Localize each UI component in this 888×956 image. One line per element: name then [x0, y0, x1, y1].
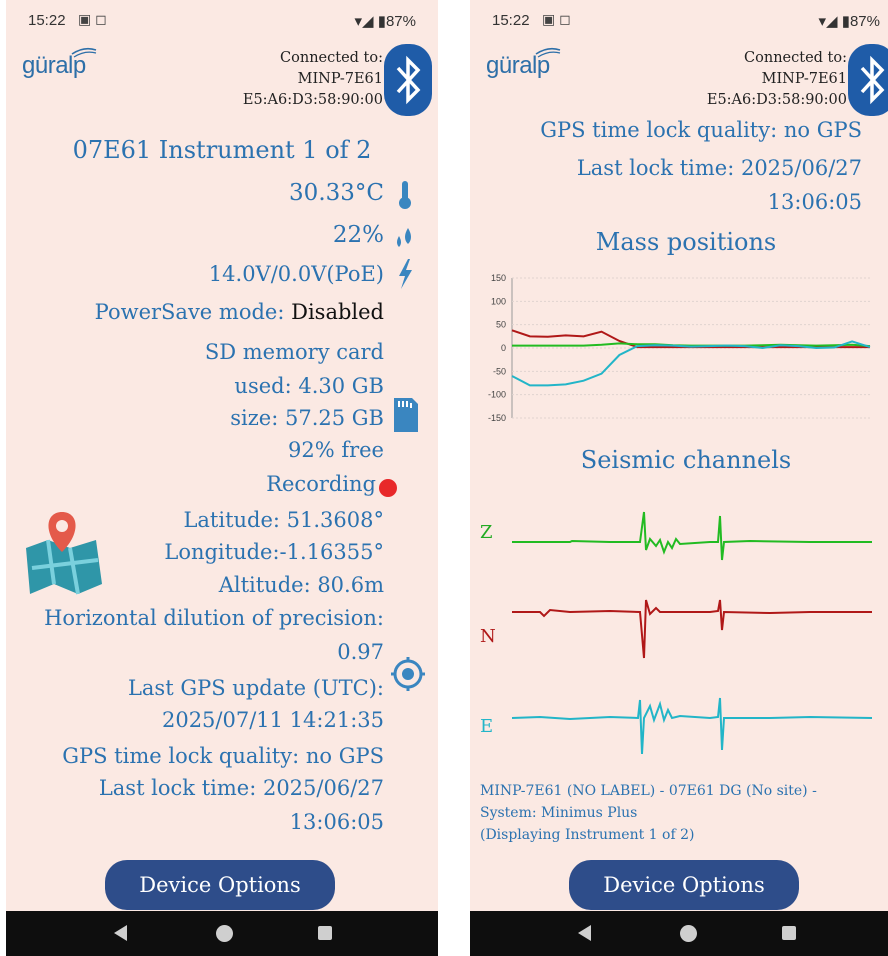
lightning-icon: [399, 259, 412, 289]
sd-card-used: used: 4.30 GB: [234, 374, 384, 398]
y-tick-label: -100: [488, 390, 506, 400]
powersave-mode: PowerSave mode: Disabled: [95, 300, 384, 324]
connection-info: Connected to: MINP-7E61 E5:A6:D3:58:90:0…: [707, 48, 847, 111]
guralp-logo: güralp: [22, 47, 97, 80]
last-lock-label: Last lock time: 2025/06/27: [98, 776, 384, 800]
connection-info: Connected to: MINP-7E61 E5:A6:D3:58:90:0…: [243, 48, 383, 111]
recents-icon[interactable]: [318, 926, 332, 940]
last-lock-time: 13:06:05: [289, 810, 384, 834]
scroll-content[interactable]: GPS time lock quality: no GPS Last lock …: [470, 118, 888, 878]
signal-icon: ▾◢ ▮: [354, 13, 386, 30]
bluetooth-button[interactable]: [848, 44, 888, 116]
sd-card-title: SD memory card: [204, 340, 384, 364]
seismic-trace-n: [512, 599, 872, 659]
signal-icon: ▾◢ ▮: [818, 13, 850, 30]
connection-label: Connected to:: [744, 50, 847, 66]
altitude: Altitude: 80.6m: [218, 573, 384, 597]
status-bar: 15:22 ▣ ◻ ▾◢ ▮87%: [470, 0, 888, 44]
mass-positions-title: Mass positions: [595, 228, 777, 256]
recents-icon[interactable]: [782, 926, 796, 940]
hdop-value: 0.97: [337, 640, 384, 664]
channel-label-z: Z: [480, 522, 493, 543]
status-battery: ▾◢ ▮87%: [818, 13, 880, 30]
bluetooth-icon: [860, 55, 885, 105]
y-tick-label: -150: [488, 413, 506, 423]
right-screen: 15:22 ▣ ◻ ▾◢ ▮87% güralp Connected to: M…: [470, 0, 888, 956]
device-options-button[interactable]: Device Options: [569, 860, 799, 910]
footer-line-2: System: Minimus Plus: [480, 805, 638, 821]
y-tick-label: 50: [496, 320, 506, 330]
humidity-icon: [397, 228, 411, 247]
powersave-value: Disabled: [291, 300, 384, 324]
device-options-button[interactable]: Device Options: [105, 860, 335, 910]
sd-card-icon: [394, 398, 418, 432]
humidity-value: 22%: [332, 222, 384, 248]
channel-label-n: N: [480, 626, 496, 647]
sd-card-free: 92% free: [287, 438, 384, 462]
hdop-label: Horizontal dilution of precision:: [44, 606, 384, 630]
y-tick-label: 100: [491, 296, 506, 306]
device-footer: MINP-7E61 (NO LABEL) - 07E61 DG (No site…: [480, 780, 817, 846]
connection-device: MINP-7E61: [297, 71, 383, 87]
last-lock-time: 13:06:05: [767, 190, 862, 214]
connection-mac: E5:A6:D3:58:90:00: [242, 92, 383, 108]
seismic-trace-e: [511, 697, 873, 755]
back-icon[interactable]: [114, 925, 127, 941]
y-tick-label: 0: [501, 343, 506, 353]
recording-status: Recording: [266, 472, 376, 496]
footer-line-3: (Displaying Instrument 1 of 2): [480, 827, 695, 843]
gps-lock-quality: GPS time lock quality: no GPS: [540, 118, 862, 142]
gps-target-icon: [391, 657, 425, 691]
nav-bar: [470, 911, 888, 956]
status-time: 15:22: [492, 12, 530, 29]
temperature-value: 30.33°C: [289, 180, 384, 206]
power-value: 14.0V/0.0V(PoE): [208, 262, 384, 286]
bluetooth-icon: [396, 55, 421, 105]
connection-device: MINP-7E61: [761, 71, 847, 87]
gps-update-value: 2025/07/11 14:21:35: [161, 708, 384, 732]
home-icon[interactable]: [216, 925, 233, 942]
home-icon[interactable]: [680, 925, 697, 942]
left-screen: 15:22 ▣ ◻ ▾◢ ▮87% güralp Connected to: M…: [6, 0, 438, 956]
map-pin-icon: [26, 512, 102, 595]
bluetooth-button[interactable]: [384, 44, 432, 116]
y-tick-label: -50: [493, 366, 506, 376]
guralp-logo: güralp: [486, 47, 561, 80]
back-icon[interactable]: [578, 925, 591, 941]
latitude: Latitude: 51.3608°: [183, 508, 384, 532]
gps-update-label: Last GPS update (UTC):: [127, 676, 384, 700]
notification-icons: ▣ ◻: [78, 11, 107, 27]
connection-mac: E5:A6:D3:58:90:00: [706, 92, 847, 108]
mass-positions-chart: 150 100 50 0 -50 -100 -150: [488, 273, 871, 423]
y-tick-label: 150: [491, 273, 506, 283]
notification-icons: ▣ ◻: [542, 11, 571, 27]
nav-bar: [6, 911, 438, 956]
status-battery: ▾◢ ▮87%: [354, 13, 416, 30]
status-bar: 15:22 ▣ ◻ ▾◢ ▮87%: [6, 0, 438, 44]
sd-card-size: size: 57.25 GB: [230, 406, 384, 430]
footer-line-1: MINP-7E61 (NO LABEL) - 07E61 DG (No site…: [480, 783, 817, 799]
mass-series-line-1: [511, 329, 870, 349]
recording-dot-icon: [379, 479, 397, 497]
gps-lock-quality: GPS time lock quality: no GPS: [62, 744, 384, 768]
seismic-channels-title: Seismic channels: [580, 446, 792, 474]
status-time: 15:22: [28, 12, 66, 29]
longitude: Longitude:-1.16355°: [164, 540, 384, 564]
channel-label-e: E: [480, 716, 494, 737]
powersave-label: PowerSave mode:: [94, 300, 285, 324]
last-lock-label: Last lock time: 2025/06/27: [576, 156, 862, 180]
connection-label: Connected to:: [280, 50, 383, 66]
instrument-title: 07E61 Instrument 1 of 2: [72, 136, 372, 164]
thermometer-icon: [399, 181, 411, 209]
seismic-trace-z: [512, 511, 872, 561]
